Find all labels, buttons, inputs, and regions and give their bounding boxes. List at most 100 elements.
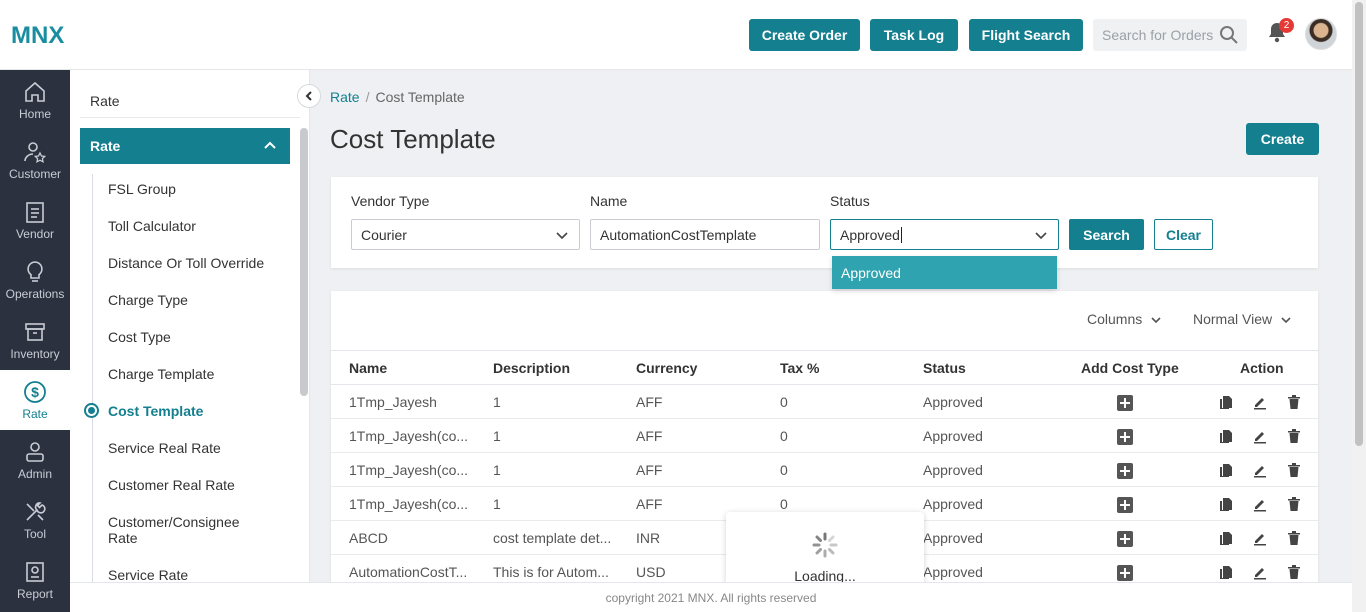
edit-icon[interactable] (1252, 564, 1268, 580)
submenu-item-customer-real-rate[interactable]: Customer Real Rate (108, 477, 278, 493)
delete-icon[interactable] (1286, 564, 1302, 580)
cell-status: Approved (923, 462, 983, 478)
add-cost-type-icon[interactable] (1117, 395, 1133, 411)
columns-dropdown[interactable]: Columns (1087, 311, 1162, 327)
col-add-cost-type: Add Cost Type (1081, 360, 1179, 376)
copy-icon[interactable] (1218, 462, 1234, 478)
cell-status: Approved (923, 394, 983, 410)
submenu-item-charge-template[interactable]: Charge Template (108, 366, 278, 382)
status-option-approved[interactable]: Approved (832, 256, 1057, 289)
submenu-scrollbar[interactable] (300, 128, 308, 396)
footer: copyright 2021 MNX. All rights reserved (70, 582, 1352, 612)
breadcrumb-rate-link[interactable]: Rate (330, 89, 360, 105)
nav-customer[interactable]: Customer (0, 130, 70, 190)
avatar[interactable] (1305, 18, 1337, 50)
add-cost-type-icon[interactable] (1117, 429, 1133, 445)
page-scrollbar[interactable] (1352, 0, 1366, 612)
submenu-item-fsl-group[interactable]: FSL Group (108, 181, 278, 197)
nav-home[interactable]: Home (0, 70, 70, 130)
lightbulb-icon (27, 261, 43, 282)
nav-inventory-label: Inventory (10, 347, 60, 361)
submenu-section-rate[interactable]: Rate (80, 128, 290, 164)
submenu-item-cost-template[interactable]: Cost Template (108, 403, 278, 419)
search-button[interactable]: Search (1069, 219, 1144, 250)
edit-icon[interactable] (1252, 462, 1268, 478)
cell-currency: AFF (636, 428, 663, 444)
page-scrollbar-thumb[interactable] (1355, 2, 1363, 446)
chevron-down-icon (556, 232, 568, 240)
edit-icon[interactable] (1252, 394, 1268, 410)
edit-icon[interactable] (1252, 428, 1268, 444)
submenu-tree-line (92, 174, 93, 582)
add-cost-type-icon[interactable] (1117, 565, 1133, 581)
cell-currency: AFF (636, 394, 663, 410)
nav-rate[interactable]: $ Rate (0, 370, 70, 430)
page-title: Cost Template (330, 124, 496, 154)
vendor-type-select[interactable]: Courier (351, 219, 580, 250)
create-button[interactable]: Create (1246, 123, 1319, 155)
status-select[interactable]: Approved (830, 219, 1059, 250)
table-row[interactable]: 1Tmp_Jayesh(co... 1 AFF 0 Approved (331, 419, 1318, 453)
name-input[interactable]: AutomationCostTemplate (590, 219, 820, 250)
view-dropdown[interactable]: Normal View (1193, 311, 1292, 327)
nav-inventory[interactable]: Inventory (0, 310, 70, 370)
delete-icon[interactable] (1286, 394, 1302, 410)
col-currency[interactable]: Currency (636, 360, 697, 376)
edit-icon[interactable] (1252, 530, 1268, 546)
add-cost-type-icon[interactable] (1117, 497, 1133, 513)
copy-icon[interactable] (1218, 428, 1234, 444)
copyright-text: copyright 2021 MNX. All rights reserved (605, 590, 817, 605)
cell-name: 1Tmp_Jayesh(co... (349, 462, 469, 478)
top-header: MNX Create Order Task Log Flight Search … (0, 0, 1366, 70)
submenu-item-service-rate[interactable]: Service Rate (108, 567, 278, 582)
nav-operations[interactable]: Operations (0, 250, 70, 310)
submenu-item-cost-type[interactable]: Cost Type (108, 329, 278, 345)
filter-panel: Vendor Type Courier Name AutomationCostT… (331, 177, 1318, 268)
submenu-item-charge-type[interactable]: Charge Type (108, 292, 278, 308)
mnx-logo[interactable]: MNX (11, 22, 64, 50)
nav-report[interactable]: Report (0, 550, 70, 610)
copy-icon[interactable] (1218, 496, 1234, 512)
search-icon[interactable] (1219, 25, 1239, 45)
submenu-item-customer-consignee-rate[interactable]: Customer/Consignee Rate (108, 514, 248, 546)
delete-icon[interactable] (1286, 428, 1302, 444)
nav-tool[interactable]: Tool (0, 490, 70, 550)
main-nav-rail: Home Customer Vendor Operations Inventor… (0, 70, 70, 612)
cell-description: 1 (493, 428, 501, 444)
col-status[interactable]: Status (923, 360, 966, 376)
collapse-submenu-button[interactable] (297, 84, 321, 108)
copy-icon[interactable] (1218, 530, 1234, 546)
name-label: Name (590, 193, 628, 209)
columns-label: Columns (1087, 311, 1143, 327)
delete-icon[interactable] (1286, 462, 1302, 478)
create-order-button[interactable]: Create Order (749, 19, 860, 51)
col-description[interactable]: Description (493, 360, 570, 376)
flight-search-button[interactable]: Flight Search (969, 19, 1083, 51)
submenu-title: Rate (90, 93, 120, 109)
submenu-item-service-real-rate[interactable]: Service Real Rate (108, 440, 278, 456)
active-item-indicator (84, 403, 99, 418)
nav-admin[interactable]: Admin (0, 430, 70, 490)
clear-button[interactable]: Clear (1154, 219, 1213, 250)
edit-icon[interactable] (1252, 496, 1268, 512)
nav-vendor-label: Vendor (15, 227, 55, 241)
breadcrumb-current: Cost Template (375, 89, 465, 105)
task-log-button[interactable]: Task Log (870, 19, 958, 51)
submenu-item-distance-or-toll-override[interactable]: Distance Or Toll Override (108, 255, 278, 271)
delete-icon[interactable] (1286, 496, 1302, 512)
cell-status: Approved (923, 428, 983, 444)
submenu-item-toll-calculator[interactable]: Toll Calculator (108, 218, 278, 234)
nav-vendor[interactable]: Vendor (0, 190, 70, 250)
copy-icon[interactable] (1218, 564, 1234, 580)
add-cost-type-icon[interactable] (1117, 531, 1133, 547)
order-search-input[interactable]: Search for Orders (1093, 19, 1247, 51)
add-cost-type-icon[interactable] (1117, 463, 1133, 479)
delete-icon[interactable] (1286, 530, 1302, 546)
table-row[interactable]: 1Tmp_Jayesh 1 AFF 0 Approved (331, 385, 1318, 419)
admin-icon (26, 442, 44, 462)
table-row[interactable]: 1Tmp_Jayesh(co... 1 AFF 0 Approved (331, 453, 1318, 487)
col-tax[interactable]: Tax % (780, 360, 819, 376)
copy-icon[interactable] (1218, 394, 1234, 410)
cell-name: 1Tmp_Jayesh(co... (349, 496, 469, 512)
col-name[interactable]: Name (349, 360, 387, 376)
